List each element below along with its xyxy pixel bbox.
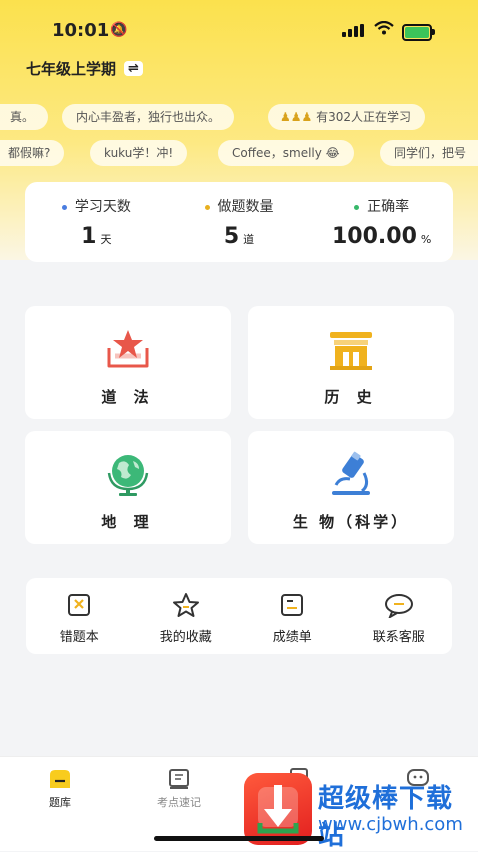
stat-accuracy: 正确率 100.00% (332, 199, 432, 249)
download-arrow-icon (257, 785, 299, 834)
wrong-book-icon (68, 594, 91, 616)
ticker-pill-learners: ♟♟♟ 有302人正在学习 (268, 104, 425, 130)
wifi-icon (374, 20, 394, 39)
mute-icon: 🔕 (110, 22, 128, 38)
tab-question-bank[interactable]: 题库 (20, 767, 100, 810)
grade-label: 七年级上学期 (26, 60, 117, 78)
ticker-pill: 内心丰盈者，独行也出众。 (62, 104, 235, 130)
ticker-pill: Coffee，smelly 😂 (218, 140, 354, 166)
stat-study-days: 学习天数 1天 (25, 182, 168, 262)
temple-icon (330, 332, 372, 370)
battery-icon (402, 24, 435, 41)
watermark-url: www.cjbwh.com (318, 814, 463, 835)
ticker-pill: kuku学！冲! (90, 140, 188, 166)
dot-icon (61, 204, 67, 210)
question-bank-icon (50, 770, 70, 788)
tool-report-card[interactable]: 成绩单 (239, 578, 346, 654)
microscope-icon (332, 451, 370, 495)
stat-question-count: 做题数量 5道 (168, 182, 311, 262)
dot-icon (204, 204, 210, 210)
watermark-logo (244, 773, 312, 845)
tool-favorites[interactable]: 我的收藏 (133, 578, 240, 654)
tools-row: 错题本 我的收藏 成绩单 联系客服 (26, 578, 452, 654)
star-icon (172, 593, 199, 617)
ticker-pill: 同学们，把号 (380, 140, 478, 166)
dot-icon (354, 204, 360, 210)
report-icon (281, 594, 304, 616)
globe-icon (107, 455, 149, 496)
chat-icon (384, 594, 413, 620)
ticker-pill: 真。 (0, 104, 49, 130)
signal-icon (342, 24, 364, 37)
grade-selector[interactable]: 七年级上学期 ⇌ (26, 58, 143, 79)
tool-wrong-book[interactable]: 错题本 (26, 578, 133, 654)
subject-card-biology[interactable]: 生 物（科学） (248, 431, 454, 544)
subject-card-ethics[interactable]: 道 法 (25, 306, 231, 419)
notebook-icon (169, 769, 189, 789)
status-bar: 10:01 🔕 (0, 0, 478, 52)
tab-key-points[interactable]: 考点速记 (139, 767, 219, 810)
star-badge-icon (107, 330, 149, 368)
home-indicator (154, 836, 324, 841)
tool-contact-service[interactable]: 联系客服 (346, 578, 453, 654)
clock: 10:01 (52, 20, 110, 41)
stats-card: 学习天数 1天 做题数量 5道 正确率 100.00% (25, 182, 453, 262)
avatars-icon: ♟♟♟ (280, 110, 317, 124)
switch-icon[interactable]: ⇌ (124, 61, 143, 76)
ticker-pill: 都假嘛? (0, 140, 65, 166)
subject-card-history[interactable]: 历 史 (248, 306, 454, 419)
subject-card-geography[interactable]: 地 理 (25, 431, 231, 544)
